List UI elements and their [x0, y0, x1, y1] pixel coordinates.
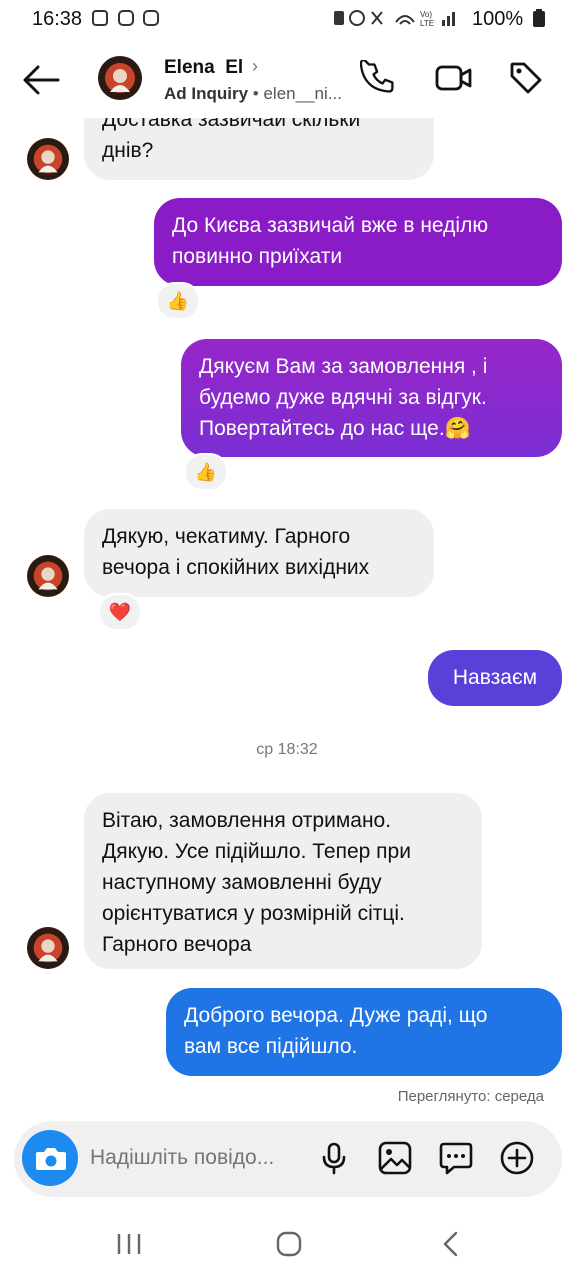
- chevron-right-icon[interactable]: ›: [252, 56, 258, 77]
- thumbs-up-reaction-icon: 👍: [166, 290, 190, 311]
- message-bubble-outgoing[interactable]: До Києва зазвичай вже в неділю повинно п…: [154, 198, 562, 286]
- reaction-badge[interactable]: 👍: [184, 453, 228, 491]
- message-clip: Доставка зазвичай скільки днів?: [0, 118, 574, 188]
- instagram-notification-icon: [118, 10, 134, 26]
- phone-icon[interactable]: [360, 60, 396, 96]
- message-line: вам все підійшло.: [184, 1035, 358, 1058]
- message-line: наступному замовленні буду: [102, 871, 382, 894]
- tag-icon[interactable]: [508, 60, 544, 96]
- status-icons: Vo) LTE: [334, 10, 455, 28]
- recents-icon[interactable]: [114, 1228, 144, 1260]
- message-line: Дякую. Усе підійшло. Тепер при: [102, 840, 411, 863]
- thumbs-up-reaction-icon: 👍: [194, 461, 218, 482]
- contact-name[interactable]: Elena El: [164, 57, 243, 79]
- message-bubble-outgoing[interactable]: Доброго вечора. Дуже раді, що вам все пі…: [166, 988, 562, 1076]
- reaction-badge[interactable]: 👍: [156, 282, 200, 320]
- home-icon[interactable]: [274, 1228, 304, 1260]
- camera-icon: [36, 1148, 66, 1170]
- reaction-badge[interactable]: ❤️: [98, 593, 142, 631]
- message-line: Повертайтесь до нас ще.🤗: [199, 417, 471, 440]
- message-line: До Києва зазвичай вже в неділю: [172, 214, 489, 237]
- message-line: Дякую, чекатиму. Гарного: [102, 525, 351, 548]
- sender-avatar[interactable]: [27, 138, 69, 180]
- message-line: днів?: [102, 139, 154, 162]
- back-arrow-icon[interactable]: [22, 62, 62, 98]
- battery-icon: [533, 9, 545, 27]
- message-input[interactable]: [90, 1146, 310, 1170]
- contact-subtitle: Ad Inquiry • elen__ni...: [164, 84, 342, 104]
- avatar[interactable]: [98, 56, 142, 100]
- camera-button[interactable]: [22, 1130, 78, 1186]
- nav-back-icon[interactable]: [436, 1228, 466, 1260]
- message-line: Вітаю, замовлення отримано.: [102, 809, 392, 832]
- seen-status: Переглянуто: середа: [397, 1088, 544, 1105]
- message-line: повинно приїхати: [172, 245, 343, 268]
- video-camera-icon[interactable]: [434, 60, 474, 96]
- message-line: Доброго вечора. Дуже раді, що: [184, 1004, 488, 1027]
- message-line: будемо дуже вдячні за відгук.: [199, 386, 487, 409]
- heart-reaction-icon: ❤️: [108, 601, 132, 622]
- status-bar: 16:38 Vo) LTE 100%: [0, 0, 574, 36]
- message-line: вечора і спокійних вихідних: [102, 556, 370, 579]
- message-bubble-outgoing[interactable]: Навзаєм: [428, 650, 562, 706]
- message-bubble-incoming[interactable]: Дякую, чекатиму. Гарного вечора і спокій…: [84, 509, 434, 597]
- status-time: 16:38: [32, 8, 83, 30]
- gallery-icon[interactable]: [377, 1140, 413, 1176]
- date-separator: ср 18:32: [256, 741, 318, 758]
- battery-percent: 100%: [472, 8, 524, 30]
- message-line: Дякуєм Вам за замовлення , і: [199, 355, 488, 378]
- message-bubble-incoming[interactable]: Доставка зазвичай скільки днів?: [84, 118, 434, 180]
- sender-avatar[interactable]: [27, 927, 69, 969]
- instagram-notification-icon-2: [143, 10, 159, 26]
- svg-text:LTE: LTE: [420, 19, 434, 28]
- sender-avatar[interactable]: [27, 555, 69, 597]
- microphone-icon[interactable]: [316, 1140, 352, 1176]
- message-line: Навзаєм: [452, 666, 538, 689]
- svg-text:Vo): Vo): [420, 10, 432, 19]
- message-line: Гарного вечора: [102, 933, 252, 956]
- username-label: • elen__ni...: [248, 84, 342, 103]
- sticker-chat-icon[interactable]: [438, 1140, 474, 1176]
- message-line: Доставка зазвичай скільки: [102, 118, 361, 131]
- ad-inquiry-label: Ad Inquiry: [164, 84, 249, 103]
- message-bubble-outgoing[interactable]: Дякуєм Вам за замовлення , і будемо дуже…: [181, 339, 562, 457]
- message-bubble-incoming[interactable]: Вітаю, замовлення отримано. Дякую. Усе п…: [84, 793, 482, 969]
- plus-circle-icon[interactable]: [499, 1140, 535, 1176]
- gallery-notification-icon: [92, 10, 108, 26]
- message-line: орієнтуватися у розмірній сітці.: [102, 902, 405, 925]
